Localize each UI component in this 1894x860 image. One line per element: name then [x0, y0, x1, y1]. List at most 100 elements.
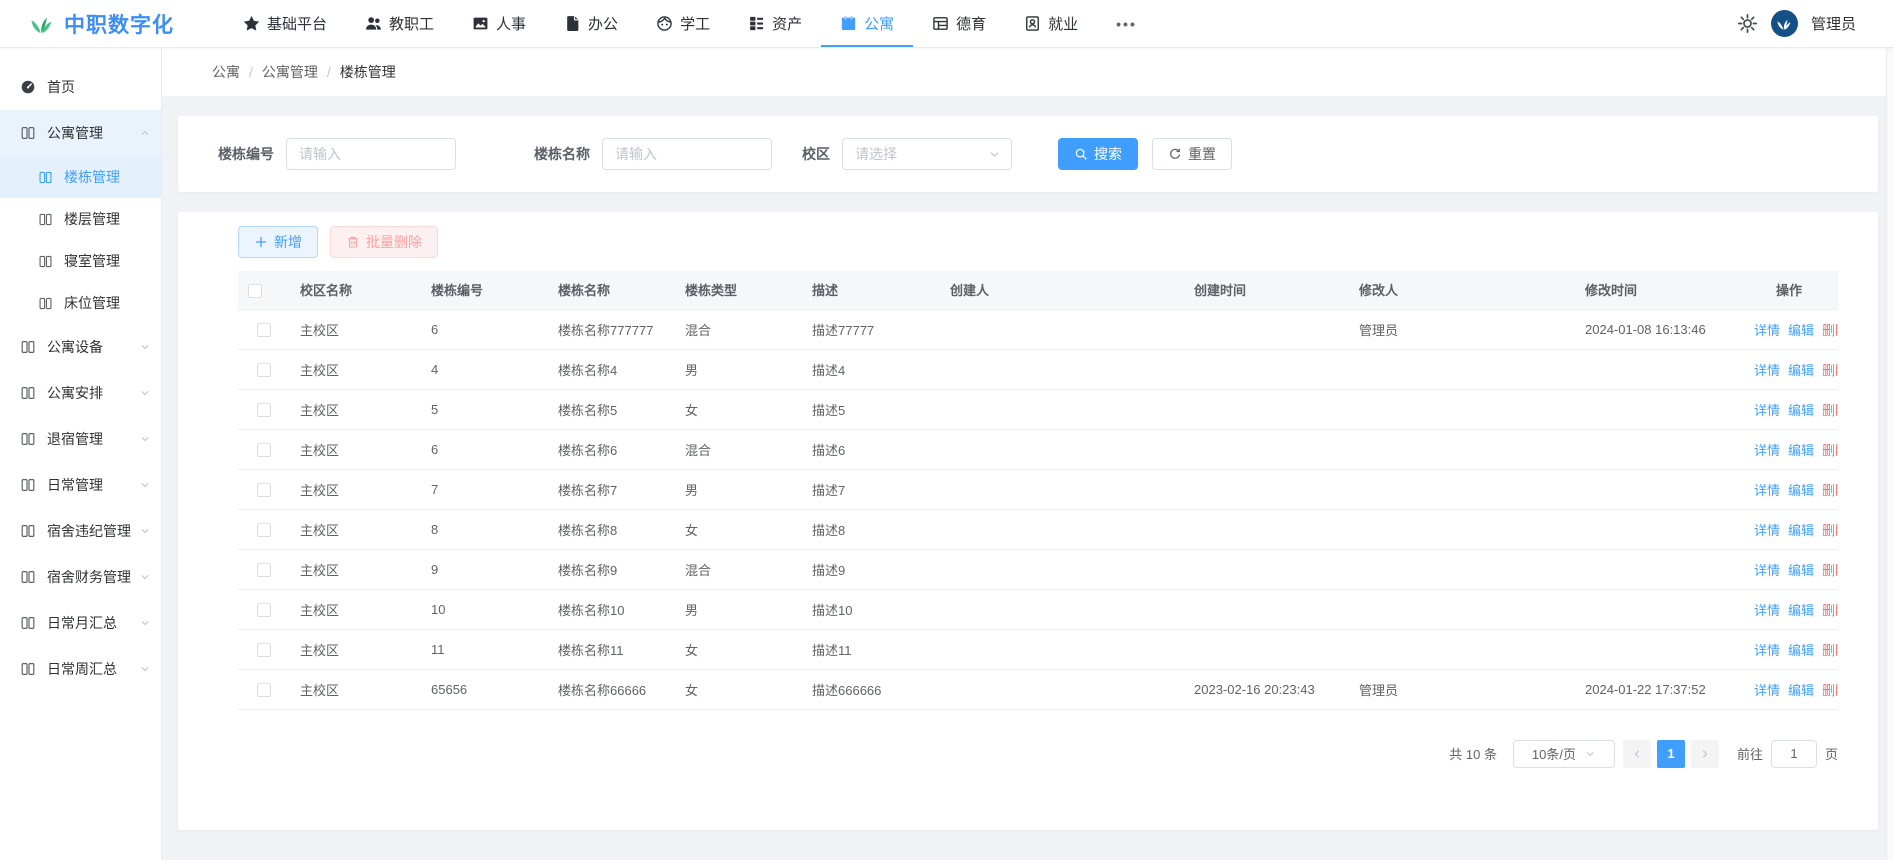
- sidebar-group-monthly-summary[interactable]: 日常月汇总: [0, 600, 161, 646]
- edit-link[interactable]: 编辑: [1788, 683, 1814, 698]
- delete-link[interactable]: 删除: [1822, 683, 1838, 698]
- detail-link[interactable]: 详情: [1754, 363, 1780, 378]
- cell-creator: [940, 389, 1184, 429]
- campus-select[interactable]: 请选择: [842, 138, 1012, 170]
- nav-item-teachers[interactable]: 教职工: [346, 0, 453, 47]
- select-all-checkbox[interactable]: [248, 284, 262, 298]
- edit-link[interactable]: 编辑: [1788, 483, 1814, 498]
- detail-link[interactable]: 详情: [1754, 563, 1780, 578]
- nav-item-employment[interactable]: 就业: [1005, 0, 1097, 47]
- col-creator: 创建人: [940, 271, 1184, 309]
- sidebar-item-bed-mgmt[interactable]: 床位管理: [0, 282, 161, 324]
- building-name-input[interactable]: [602, 138, 772, 170]
- detail-link[interactable]: 详情: [1754, 323, 1780, 338]
- detail-link[interactable]: 详情: [1754, 443, 1780, 458]
- delete-link[interactable]: 删除: [1822, 643, 1838, 658]
- goto-page-input[interactable]: [1771, 740, 1817, 768]
- delete-link[interactable]: 删除: [1822, 403, 1838, 418]
- delete-link[interactable]: 删除: [1822, 523, 1838, 538]
- sidebar-item-floor-mgmt[interactable]: 楼层管理: [0, 198, 161, 240]
- detail-link[interactable]: 详情: [1754, 643, 1780, 658]
- detail-link[interactable]: 详情: [1754, 483, 1780, 498]
- nav-item-more[interactable]: •••: [1097, 0, 1156, 47]
- next-page-button[interactable]: [1691, 740, 1719, 768]
- sidebar-group-apartment-arrange[interactable]: 公寓安排: [0, 370, 161, 416]
- delete-link[interactable]: 删除: [1822, 323, 1838, 338]
- settings-gear-icon[interactable]: [1737, 13, 1758, 34]
- refresh-icon: [1168, 147, 1182, 161]
- page-size-select[interactable]: 10条/页: [1513, 740, 1615, 768]
- prev-page-button[interactable]: [1623, 740, 1651, 768]
- chevron-down-icon: [139, 433, 151, 445]
- delete-link[interactable]: 删除: [1822, 363, 1838, 378]
- building-no-input[interactable]: [286, 138, 456, 170]
- sidebar-group-checkout-mgmt[interactable]: 退宿管理: [0, 416, 161, 462]
- add-button[interactable]: 新增: [238, 226, 318, 258]
- nav-item-assets[interactable]: 资产: [729, 0, 821, 47]
- delete-link[interactable]: 删除: [1822, 563, 1838, 578]
- row-checkbox[interactable]: [257, 523, 271, 537]
- breadcrumb-apartment-mgmt[interactable]: 公寓管理: [262, 62, 318, 82]
- nav-item-office[interactable]: 办公: [545, 0, 637, 47]
- edit-link[interactable]: 编辑: [1788, 603, 1814, 618]
- row-checkbox[interactable]: [257, 603, 271, 617]
- nav-item-hr[interactable]: 人事: [453, 0, 545, 47]
- sidebar-item-home[interactable]: 首页: [0, 64, 161, 110]
- row-checkbox[interactable]: [257, 443, 271, 457]
- table-row: 主校区 6 楼栋名称6 混合 描述6 详情编辑删除: [238, 429, 1838, 469]
- row-checkbox[interactable]: [257, 563, 271, 577]
- row-checkbox[interactable]: [257, 323, 271, 337]
- edit-link[interactable]: 编辑: [1788, 363, 1814, 378]
- nav-item-student[interactable]: 学工: [637, 0, 729, 47]
- row-checkbox[interactable]: [257, 643, 271, 657]
- row-checkbox[interactable]: [257, 683, 271, 697]
- batch-delete-button[interactable]: 批量删除: [330, 226, 438, 258]
- cell-creator: [940, 509, 1184, 549]
- edit-link[interactable]: 编辑: [1788, 323, 1814, 338]
- search-button[interactable]: 搜索: [1058, 138, 1138, 170]
- delete-link[interactable]: 删除: [1822, 603, 1838, 618]
- sidebar-group-apartment-device[interactable]: 公寓设备: [0, 324, 161, 370]
- avatar[interactable]: [1771, 10, 1798, 37]
- breadcrumb-apartment[interactable]: 公寓: [212, 62, 240, 82]
- edit-link[interactable]: 编辑: [1788, 403, 1814, 418]
- scrollbar-track[interactable]: [1886, 48, 1894, 860]
- sidebar-item-dorm-mgmt[interactable]: 寝室管理: [0, 240, 161, 282]
- page-number-1[interactable]: 1: [1657, 740, 1685, 768]
- delete-link[interactable]: 删除: [1822, 483, 1838, 498]
- sidebar-group-apartment-mgmt[interactable]: 公寓管理: [0, 110, 161, 156]
- row-checkbox[interactable]: [257, 483, 271, 497]
- sidebar-group-weekly-summary[interactable]: 日常周汇总: [0, 646, 161, 692]
- cell-building-name: 楼栋名称4: [548, 349, 675, 389]
- edit-link[interactable]: 编辑: [1788, 523, 1814, 538]
- cell-modified-time: [1575, 389, 1740, 429]
- nav-item-moral[interactable]: 德育: [913, 0, 1005, 47]
- search-icon: [1074, 147, 1088, 161]
- brand[interactable]: 中职数字化: [0, 0, 174, 47]
- edit-link[interactable]: 编辑: [1788, 643, 1814, 658]
- sidebar-group-finance-mgmt[interactable]: 宿舍财务管理: [0, 554, 161, 600]
- detail-link[interactable]: 详情: [1754, 403, 1780, 418]
- sidebar-group-daily-mgmt[interactable]: 日常管理: [0, 462, 161, 508]
- sidebar-label: 日常管理: [47, 475, 103, 495]
- cell-modified-time: [1575, 469, 1740, 509]
- nav-item-base-platform[interactable]: 基础平台: [224, 0, 346, 47]
- detail-link[interactable]: 详情: [1754, 683, 1780, 698]
- current-user-name[interactable]: 管理员: [1811, 13, 1856, 34]
- edit-link[interactable]: 编辑: [1788, 443, 1814, 458]
- edit-link[interactable]: 编辑: [1788, 563, 1814, 578]
- row-checkbox[interactable]: [257, 403, 271, 417]
- cell-building-type: 混合: [675, 429, 802, 469]
- sidebar-group-violation-mgmt[interactable]: 宿舍违纪管理: [0, 508, 161, 554]
- sidebar-label: 寝室管理: [64, 251, 120, 271]
- cell-building-no: 9: [421, 549, 548, 589]
- detail-link[interactable]: 详情: [1754, 523, 1780, 538]
- sidebar-item-building-mgmt[interactable]: 楼栋管理: [0, 156, 161, 198]
- detail-link[interactable]: 详情: [1754, 603, 1780, 618]
- nav-item-apartment[interactable]: 公寓: [821, 0, 913, 47]
- book-icon: [20, 477, 36, 493]
- reset-button[interactable]: 重置: [1152, 138, 1232, 170]
- cell-building-type: 女: [675, 389, 802, 429]
- row-checkbox[interactable]: [257, 363, 271, 377]
- delete-link[interactable]: 删除: [1822, 443, 1838, 458]
